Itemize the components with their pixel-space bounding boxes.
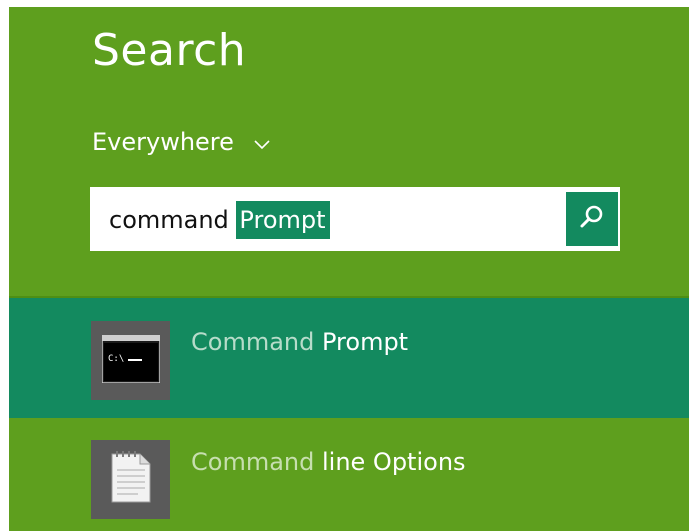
search-scope-dropdown[interactable]: Everywhere	[92, 125, 272, 159]
svg-text:C:\: C:\	[108, 354, 124, 364]
result-rest-text: Prompt	[314, 328, 409, 356]
result-label: Command line Options	[191, 448, 466, 476]
result-tile	[91, 440, 170, 519]
result-label: Command Prompt	[191, 328, 408, 356]
search-scope-label: Everywhere	[92, 128, 234, 156]
search-input[interactable]: command Prompt	[109, 201, 330, 239]
search-result-command-prompt[interactable]: C:\ Command Prompt	[9, 298, 689, 418]
result-match-text: Command	[191, 448, 315, 476]
search-icon	[579, 204, 605, 234]
command-prompt-icon: C:\	[100, 333, 161, 387]
result-rest-text: line Options	[314, 448, 466, 476]
search-box[interactable]: command Prompt	[90, 187, 620, 251]
search-charm-pane: Search Everywhere command Prompt C:\ Com…	[9, 7, 689, 531]
search-title: Search	[92, 25, 247, 76]
result-match-text: Command	[191, 328, 315, 356]
text-document-icon	[108, 450, 154, 510]
search-autocomplete-text: Prompt	[236, 201, 330, 239]
search-result-command-line-options[interactable]: Command line Options	[9, 418, 689, 531]
result-tile: C:\	[91, 321, 170, 400]
search-typed-text: command	[109, 206, 237, 234]
search-button[interactable]	[566, 192, 618, 246]
chevron-down-icon	[252, 132, 272, 152]
